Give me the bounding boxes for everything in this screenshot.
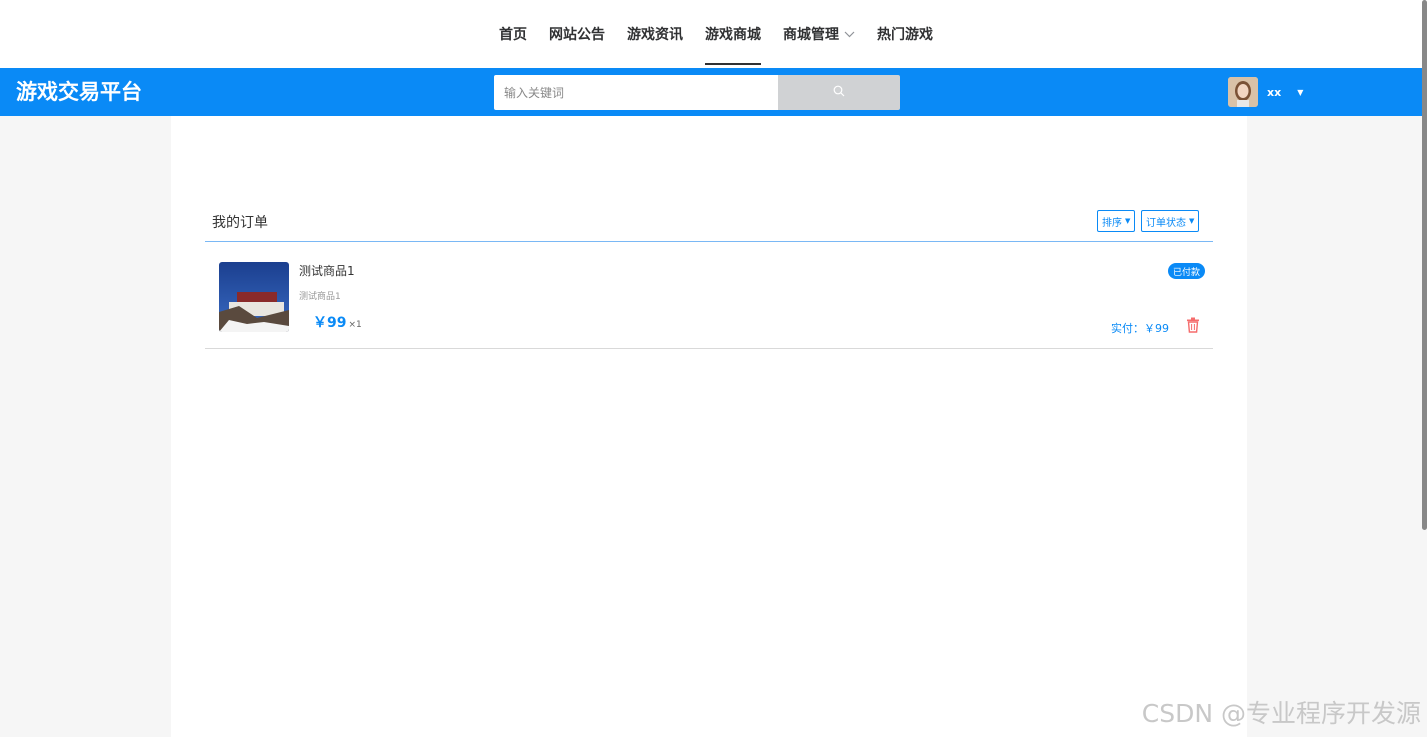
search-icon <box>833 85 845 100</box>
product-price: ￥99 ×1 <box>313 312 362 332</box>
search-input[interactable] <box>494 75 778 110</box>
avatar <box>1228 77 1258 107</box>
search-button[interactable] <box>778 75 900 110</box>
nav-item-store-management[interactable]: 商城管理 <box>772 0 866 68</box>
nav-item-game-news[interactable]: 游戏资讯 <box>616 0 694 68</box>
page: 首页 网站公告 游戏资讯 游戏商城 商城管理 热门游戏 游戏交易平台 输入关键词… <box>0 0 1427 737</box>
price-value: ￥99 <box>313 315 347 331</box>
order-status-label: 订单状态 <box>1146 217 1186 229</box>
nav-item-label: 游戏资讯 <box>627 27 683 43</box>
order-row[interactable]: 测试商品1 测试商品1 ￥99 ×1 已付款 实付：￥99 <box>205 243 1213 349</box>
product-name[interactable]: 测试商品1 <box>299 262 355 279</box>
sort-label: 排序 <box>1102 217 1122 229</box>
nav-item-announcements[interactable]: 网站公告 <box>538 0 616 68</box>
scrollbar[interactable] <box>1422 0 1427 530</box>
nav-item-hot-games[interactable]: 热门游戏 <box>866 0 944 68</box>
title-divider <box>205 241 1213 242</box>
nav-item-label: 游戏商城 <box>705 27 761 43</box>
product-image[interactable] <box>219 262 289 332</box>
caret-down-icon: ▼ <box>1297 87 1304 97</box>
trash-icon[interactable] <box>1186 317 1200 333</box>
chevron-down-icon <box>844 27 855 41</box>
product-description: 测试商品1 <box>299 292 341 302</box>
quantity: ×1 <box>348 320 362 330</box>
orders-panel: 我的订单 排序 ▼ 订单状态 ▼ 测试商品1 测试商品1 ￥99 ×1 已付款 … <box>171 116 1247 737</box>
caret-down-icon: ▼ <box>1189 217 1195 225</box>
nav-item-game-store[interactable]: 游戏商城 <box>694 0 772 68</box>
caret-down-icon: ▼ <box>1125 217 1131 225</box>
header-bar: 游戏交易平台 xx ▼ <box>0 68 1422 116</box>
top-nav: 首页 网站公告 游戏资讯 游戏商城 商城管理 热门游戏 <box>0 0 1427 68</box>
sort-dropdown[interactable]: 排序 ▼ <box>1097 210 1136 232</box>
username: xx <box>1267 85 1282 99</box>
site-logo[interactable]: 游戏交易平台 <box>16 68 142 116</box>
nav-item-home[interactable]: 首页 <box>488 0 538 68</box>
nav-menu: 首页 网站公告 游戏资讯 游戏商城 商城管理 热门游戏 <box>488 0 944 68</box>
nav-item-label: 热门游戏 <box>877 27 933 43</box>
nav-item-label: 商城管理 <box>783 27 839 43</box>
status-badge: 已付款 <box>1167 263 1205 279</box>
order-status-dropdown[interactable]: 订单状态 ▼ <box>1141 210 1200 232</box>
watermark: CSDN @专业程序开发源 <box>1141 699 1421 728</box>
nav-item-label: 网站公告 <box>549 27 605 43</box>
user-menu[interactable]: xx ▼ <box>1228 74 1303 110</box>
paid-amount: 实付：￥99 <box>1111 322 1169 335</box>
nav-item-label: 首页 <box>499 27 527 43</box>
page-title: 我的订单 <box>212 215 268 231</box>
